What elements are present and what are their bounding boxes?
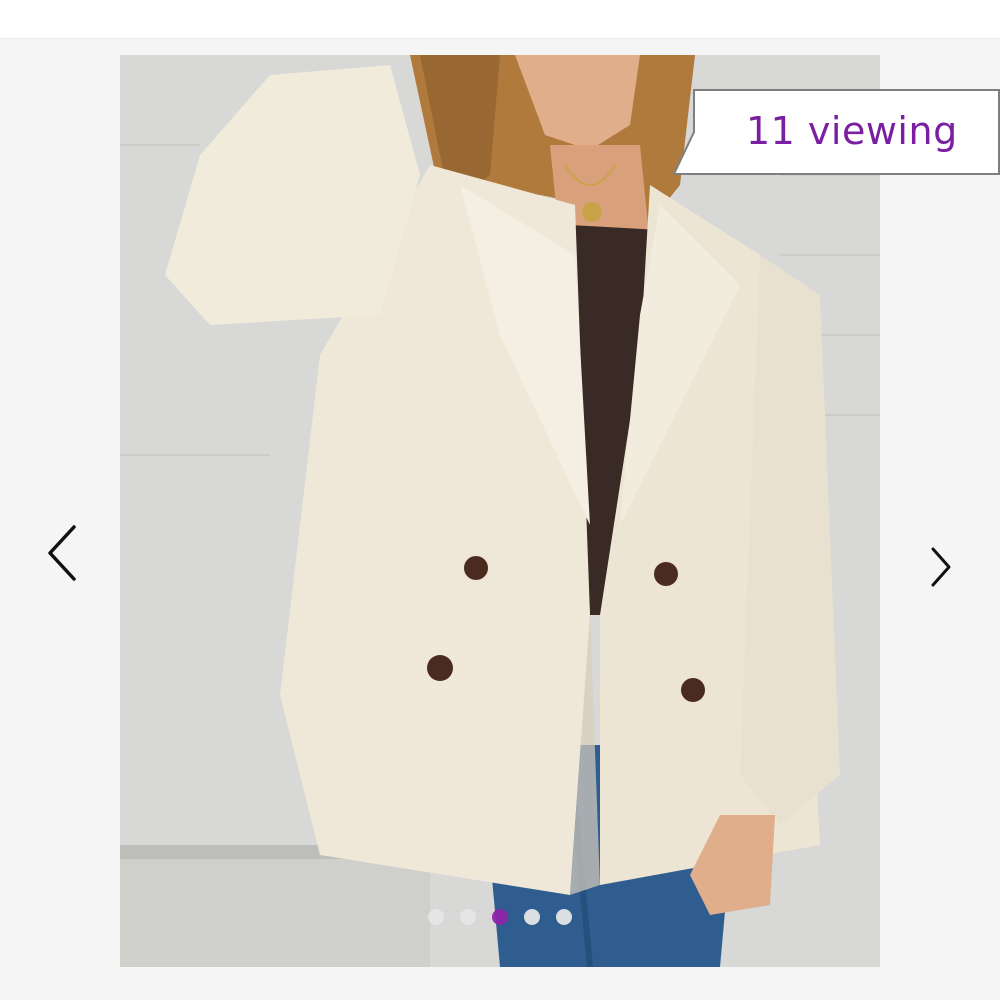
carousel-dot-4[interactable]: [524, 909, 540, 925]
viewing-count-badge: 11 viewing: [672, 89, 1000, 175]
carousel-dot-5[interactable]: [556, 909, 572, 925]
chevron-right-icon: [931, 547, 951, 587]
next-image-button[interactable]: [919, 535, 963, 599]
previous-image-button[interactable]: [40, 521, 84, 585]
product-image-carousel: 11 viewing: [0, 39, 1000, 1000]
carousel-dot-2[interactable]: [460, 909, 476, 925]
viewing-count-text: 11 viewing: [746, 109, 958, 153]
product-photo-illustration: [120, 55, 880, 967]
carousel-dots: [0, 909, 1000, 925]
chevron-left-icon: [48, 525, 76, 581]
carousel-dot-1[interactable]: [428, 909, 444, 925]
top-bar: [0, 0, 1000, 39]
product-photo[interactable]: [120, 55, 880, 967]
carousel-dot-3-active[interactable]: [492, 909, 508, 925]
